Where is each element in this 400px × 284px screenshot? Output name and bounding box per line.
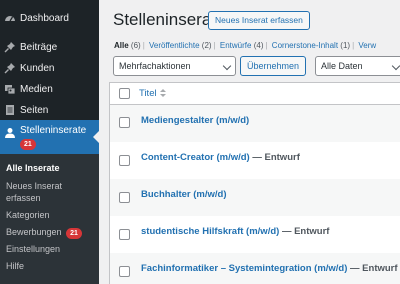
row-checkbox[interactable]: [119, 266, 130, 277]
table-row: Fachinformatiker – Systemintegration (m/…: [110, 253, 400, 284]
submenu-item-alle-inserate[interactable]: Alle Inserate: [6, 162, 60, 174]
sidebar-item-label: Medien: [20, 83, 53, 95]
sidebar-item-stelleninserate[interactable]: Stelleninserate 21: [0, 120, 99, 154]
sidebar-item-label: Beiträge: [20, 41, 58, 53]
submenu-item-hilfe[interactable]: Hilfe: [6, 260, 24, 272]
submenu-item-label: Bewerbungen: [6, 227, 62, 237]
row-title: Content-Creator (m/w/d) — Entwurf: [141, 152, 300, 163]
pushpin-icon: [4, 41, 16, 53]
filter-count: (2): [201, 41, 212, 50]
column-header-label: Titel: [139, 88, 157, 99]
separator: |: [352, 41, 355, 50]
count-badge: 21: [20, 139, 36, 150]
post-title-link[interactable]: Buchhalter (m/w/d): [141, 189, 227, 200]
bulk-actions-select[interactable]: Mehrfachaktionen: [113, 56, 236, 76]
sidebar-item-medien[interactable]: Medien: [0, 78, 99, 100]
post-title-link[interactable]: Fachinformatiker – Systemintegration (m/…: [141, 263, 347, 274]
post-title-link[interactable]: Content-Creator (m/w/d): [141, 152, 250, 163]
select-all-checkbox[interactable]: [119, 88, 130, 99]
sidebar-item-seiten[interactable]: Seiten: [0, 99, 99, 121]
row-checkbox[interactable]: [119, 229, 130, 240]
filter-count: (4): [253, 41, 264, 50]
sidebar-item-dashboard[interactable]: Dashboard: [0, 7, 99, 29]
pages-icon: [4, 104, 16, 116]
user-icon: [4, 126, 16, 138]
post-title-link[interactable]: studentische Hilfskraft (m/w/d): [141, 226, 279, 237]
submenu-item-bewerbungen[interactable]: Bewerbungen 21: [6, 226, 82, 239]
status-filters: Alle (6) | Veröffentlichte (2) | Entwürfe …: [114, 41, 376, 50]
submenu-item-einstellungen[interactable]: Einstellungen: [6, 243, 60, 255]
filter-count: (6): [130, 41, 141, 50]
filter-cornerstone[interactable]: Cornerstone-Inhalt: [272, 41, 338, 50]
sidebar-item-label: Stelleninserate: [20, 125, 87, 136]
post-state: — Entwurf: [252, 152, 300, 163]
table-header: Titel: [110, 83, 400, 105]
filter-count: (1): [340, 41, 351, 50]
sidebar-item-beitraege[interactable]: Beiträge: [0, 36, 99, 58]
row-title: Fachinformatiker – Systemintegration (m/…: [141, 263, 398, 274]
row-checkbox[interactable]: [119, 117, 130, 128]
table-row: studentische Hilfskraft (m/w/d) — Entwur…: [110, 216, 400, 253]
table-row: Buchhalter (m/w/d): [110, 179, 400, 216]
main-content: Stelleninserate Neues Inserat erfassen A…: [99, 0, 400, 284]
row-title: studentische Hilfskraft (m/w/d) — Entwur…: [141, 226, 329, 237]
chevron-down-icon: [222, 61, 232, 71]
dashboard-icon: [4, 12, 16, 24]
bulk-actions-value: Mehrfachaktionen: [119, 61, 191, 71]
sidebar-item-kunden[interactable]: Kunden: [0, 57, 99, 79]
admin-sidebar: Dashboard Beiträge Kunden Medien Seiten …: [0, 0, 99, 284]
row-checkbox[interactable]: [119, 192, 130, 203]
count-badge: 21: [66, 228, 82, 239]
filter-trash[interactable]: Verw: [358, 41, 376, 50]
filter-published[interactable]: Veröffentlichte: [149, 41, 200, 50]
sidebar-item-label: Kunden: [20, 62, 55, 74]
post-state: — Entwurf: [350, 263, 398, 274]
table-row: Content-Creator (m/w/d) — Entwurf: [110, 142, 400, 179]
date-filter-value: Alle Daten: [321, 61, 363, 71]
filter-drafts[interactable]: Entwürfe: [220, 41, 252, 50]
pushpin-icon: [4, 62, 16, 74]
add-new-button[interactable]: Neues Inserat erfassen: [208, 11, 310, 30]
media-icon: [4, 83, 16, 95]
table-row: Mediengestalter (m/w/d): [110, 105, 400, 142]
apply-button[interactable]: Übernehmen: [240, 56, 307, 76]
post-state: — Entwurf: [281, 226, 330, 237]
post-title-link[interactable]: Mediengestalter (m/w/d): [141, 115, 249, 126]
filter-all[interactable]: Alle: [114, 41, 129, 50]
posts-table: Titel Mediengestalter (m/w/d) Content-Cr…: [109, 82, 400, 284]
separator: |: [265, 41, 268, 50]
submenu-item-neues-inserat[interactable]: Neues Inserat: [6, 180, 62, 192]
column-header-title[interactable]: Titel: [139, 88, 166, 99]
date-filter-select[interactable]: Alle Daten: [315, 56, 400, 76]
row-checkbox[interactable]: [119, 155, 130, 166]
submenu-item-neues-inserat-line2[interactable]: erfassen: [6, 192, 41, 204]
row-title: Buchhalter (m/w/d): [141, 189, 227, 200]
sidebar-item-label: Dashboard: [20, 12, 69, 24]
row-title: Mediengestalter (m/w/d): [141, 115, 249, 126]
sort-icon: [159, 88, 166, 98]
chevron-down-icon: [391, 61, 400, 71]
submenu-item-kategorien[interactable]: Kategorien: [6, 209, 50, 221]
sidebar-item-label: Seiten: [20, 104, 49, 116]
separator: |: [142, 41, 145, 50]
sidebar-submenu: Alle Inserate Neues Inserat erfassen Kat…: [0, 154, 99, 284]
separator: |: [213, 41, 216, 50]
